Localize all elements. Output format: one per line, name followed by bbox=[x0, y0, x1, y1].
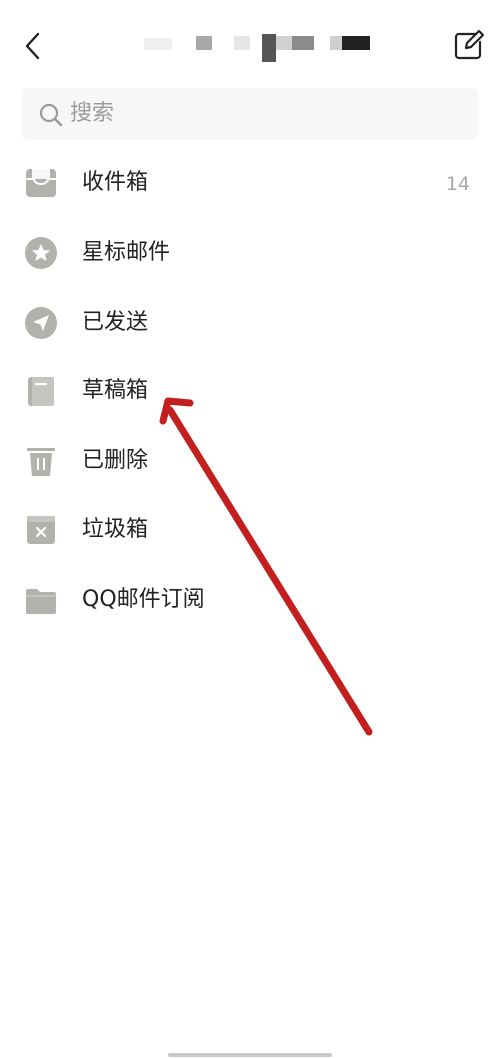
folder-item-sent[interactable]: 已发送 bbox=[0, 290, 500, 356]
draft-icon bbox=[28, 377, 54, 406]
star-icon bbox=[25, 237, 57, 269]
inbox-icon bbox=[26, 169, 56, 197]
folder-label: 已删除 bbox=[82, 448, 149, 473]
home-indicator bbox=[168, 1053, 332, 1057]
folder-item-starred[interactable]: 星标邮件 bbox=[0, 220, 500, 286]
folder-label: 已发送 bbox=[82, 310, 149, 335]
header-bar bbox=[0, 0, 500, 90]
compose-edit-icon bbox=[454, 29, 485, 60]
folder-icon bbox=[26, 589, 56, 614]
folder-item-spam[interactable]: 垃圾箱 bbox=[0, 497, 500, 563]
folder-label: 草稿箱 bbox=[82, 378, 149, 403]
compose-button[interactable] bbox=[452, 28, 486, 62]
folder-item-qq-subscriptions[interactable]: QQ邮件订阅 bbox=[0, 567, 500, 633]
unread-count: 14 bbox=[445, 173, 470, 195]
search-icon bbox=[39, 103, 63, 127]
chevron-left-icon bbox=[25, 32, 40, 60]
folder-label: 垃圾箱 bbox=[82, 517, 149, 542]
folder-label: 收件箱 bbox=[82, 170, 149, 195]
spam-box-icon bbox=[27, 516, 55, 544]
folder-label: QQ邮件订阅 bbox=[82, 587, 205, 612]
mailbox-title-obscured bbox=[140, 32, 380, 64]
send-icon bbox=[25, 307, 57, 339]
folder-item-drafts[interactable]: 草稿箱 bbox=[0, 358, 500, 424]
search-bar[interactable]: 搜索 bbox=[22, 88, 478, 140]
trash-icon bbox=[27, 448, 55, 476]
folder-item-inbox[interactable]: 收件箱 14 bbox=[0, 150, 500, 216]
back-button[interactable] bbox=[18, 30, 48, 62]
search-placeholder: 搜索 bbox=[70, 101, 115, 126]
folder-item-deleted[interactable]: 已删除 bbox=[0, 428, 500, 494]
folder-label: 星标邮件 bbox=[82, 240, 171, 265]
